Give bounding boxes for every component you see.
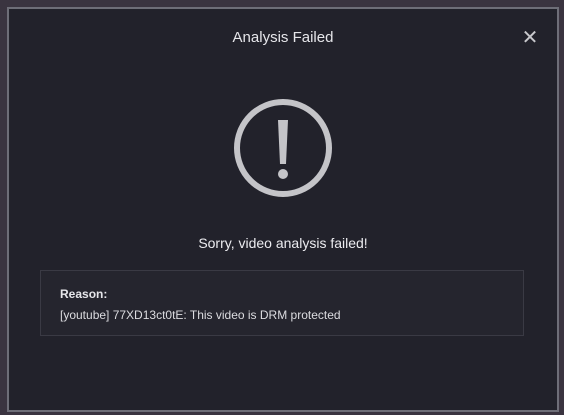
reason-text: [youtube] 77XD13ct0tE: This video is DRM… — [60, 308, 341, 322]
analysis-failed-dialog: Analysis Failed ✕ Sorry, video analysis … — [7, 7, 559, 412]
dialog-title: Analysis Failed — [232, 29, 334, 46]
reason-label: Reason: — [60, 287, 108, 301]
exclamation-circle-icon — [234, 99, 332, 197]
failure-message: Sorry, video analysis failed! — [198, 235, 368, 251]
reason-panel: Reason: [youtube] 77XD13ct0tE: This vide… — [40, 270, 524, 336]
close-icon[interactable]: ✕ — [521, 27, 539, 47]
